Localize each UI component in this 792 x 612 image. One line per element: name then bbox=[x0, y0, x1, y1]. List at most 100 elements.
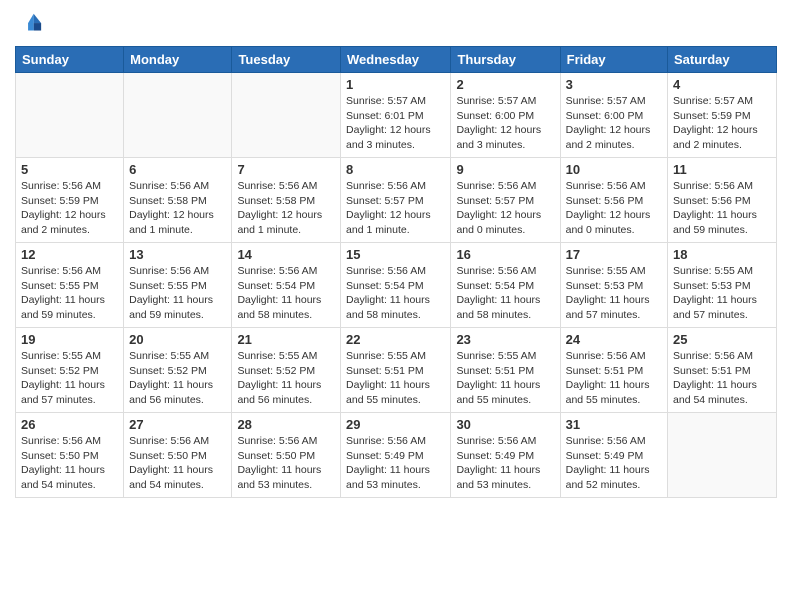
logo bbox=[15, 10, 47, 38]
week-row-1: 1 Sunrise: 5:57 AMSunset: 6:01 PMDaylight… bbox=[16, 73, 777, 158]
day-header-sunday: Sunday bbox=[16, 47, 124, 73]
calendar-cell: 11Sunrise: 5:56 AMSunset: 5:56 PMDayligh… bbox=[668, 158, 777, 243]
calendar-cell bbox=[16, 73, 124, 158]
week-row-3: 12 Sunrise: 5:56 AMSunset: 5:55 PMDayligh… bbox=[16, 243, 777, 328]
day-number: 6 bbox=[129, 162, 226, 177]
day-number: 25 bbox=[673, 332, 771, 347]
day-number: 28 bbox=[237, 417, 335, 432]
day-info: Sunrise: 5:57 AMSunset: 6:01 PMDaylight:… bbox=[346, 94, 445, 153]
day-number: 3 bbox=[566, 77, 662, 92]
day-info: Sunrise: 5:56 AMSunset: 5:50 PMDaylight:… bbox=[237, 434, 335, 493]
logo-icon bbox=[15, 10, 43, 38]
calendar-cell: 6 Sunrise: 5:56 AMSunset: 5:58 PMDaylight… bbox=[124, 158, 232, 243]
calendar-cell: 14 Sunrise: 5:56 AMSunset: 5:54 PMDayligh… bbox=[232, 243, 341, 328]
day-info: Sunrise: 5:56 AMSunset: 5:58 PMDaylight:… bbox=[129, 179, 226, 238]
calendar-cell: 4 Sunrise: 5:57 AMSunset: 5:59 PMDaylight… bbox=[668, 73, 777, 158]
calendar-cell: 7Sunrise: 5:56 AMSunset: 5:58 PMDaylight… bbox=[232, 158, 341, 243]
day-number: 29 bbox=[346, 417, 445, 432]
day-header-monday: Monday bbox=[124, 47, 232, 73]
day-info: Sunrise: 5:57 AMSunset: 6:00 PMDaylight:… bbox=[566, 94, 662, 153]
calendar-cell: 20Sunrise: 5:55 AMSunset: 5:52 PMDayligh… bbox=[124, 328, 232, 413]
day-info: Sunrise: 5:56 AMSunset: 5:58 PMDaylight:… bbox=[237, 179, 335, 238]
day-number: 19 bbox=[21, 332, 118, 347]
day-info: Sunrise: 5:57 AMSunset: 5:59 PMDaylight:… bbox=[673, 94, 771, 153]
day-number: 16 bbox=[456, 247, 554, 262]
day-header-thursday: Thursday bbox=[451, 47, 560, 73]
calendar-table: SundayMondayTuesdayWednesdayThursdayFrid… bbox=[15, 46, 777, 498]
calendar-cell: 5Sunrise: 5:56 AMSunset: 5:59 PMDaylight… bbox=[16, 158, 124, 243]
day-info: Sunrise: 5:56 AMSunset: 5:49 PMDaylight:… bbox=[456, 434, 554, 493]
week-row-4: 19 Sunrise: 5:55 AMSunset: 5:52 PMDayligh… bbox=[16, 328, 777, 413]
day-info: Sunrise: 5:56 AMSunset: 5:49 PMDaylight:… bbox=[346, 434, 445, 493]
calendar-cell: 19 Sunrise: 5:55 AMSunset: 5:52 PMDayligh… bbox=[16, 328, 124, 413]
day-number: 10 bbox=[566, 162, 662, 177]
day-number: 13 bbox=[129, 247, 226, 262]
day-header-saturday: Saturday bbox=[668, 47, 777, 73]
calendar-cell: 13 Sunrise: 5:56 AMSunset: 5:55 PMDayligh… bbox=[124, 243, 232, 328]
calendar-cell: 8 Sunrise: 5:56 AMSunset: 5:57 PMDaylight… bbox=[341, 158, 451, 243]
calendar-cell: 29 Sunrise: 5:56 AMSunset: 5:49 PMDayligh… bbox=[341, 413, 451, 498]
calendar-cell: 17Sunrise: 5:55 AMSunset: 5:53 PMDayligh… bbox=[560, 243, 667, 328]
calendar-cell: 2Sunrise: 5:57 AMSunset: 6:00 PMDaylight… bbox=[451, 73, 560, 158]
day-info: Sunrise: 5:55 AMSunset: 5:52 PMDaylight:… bbox=[21, 349, 118, 408]
calendar-cell: 24 Sunrise: 5:56 AMSunset: 5:51 PMDayligh… bbox=[560, 328, 667, 413]
calendar-cell: 9Sunrise: 5:56 AMSunset: 5:57 PMDaylight… bbox=[451, 158, 560, 243]
day-info: Sunrise: 5:55 AMSunset: 5:51 PMDaylight:… bbox=[346, 349, 445, 408]
calendar-cell: 3 Sunrise: 5:57 AMSunset: 6:00 PMDaylight… bbox=[560, 73, 667, 158]
day-info: Sunrise: 5:56 AMSunset: 5:55 PMDaylight:… bbox=[21, 264, 118, 323]
calendar-cell: 12 Sunrise: 5:56 AMSunset: 5:55 PMDayligh… bbox=[16, 243, 124, 328]
calendar-cell: 27Sunrise: 5:56 AMSunset: 5:50 PMDayligh… bbox=[124, 413, 232, 498]
day-info: Sunrise: 5:55 AMSunset: 5:51 PMDaylight:… bbox=[456, 349, 554, 408]
week-row-5: 26 Sunrise: 5:56 AMSunset: 5:50 PMDayligh… bbox=[16, 413, 777, 498]
day-number: 18 bbox=[673, 247, 771, 262]
day-number: 26 bbox=[21, 417, 118, 432]
day-number: 12 bbox=[21, 247, 118, 262]
day-number: 22 bbox=[346, 332, 445, 347]
day-number: 27 bbox=[129, 417, 226, 432]
calendar-cell: 28 Sunrise: 5:56 AMSunset: 5:50 PMDayligh… bbox=[232, 413, 341, 498]
day-info: Sunrise: 5:56 AMSunset: 5:49 PMDaylight:… bbox=[566, 434, 662, 493]
day-number: 20 bbox=[129, 332, 226, 347]
day-number: 17 bbox=[566, 247, 662, 262]
day-info: Sunrise: 5:56 AMSunset: 5:54 PMDaylight:… bbox=[346, 264, 445, 323]
day-number: 23 bbox=[456, 332, 554, 347]
page: SundayMondayTuesdayWednesdayThursdayFrid… bbox=[0, 0, 792, 508]
day-number: 24 bbox=[566, 332, 662, 347]
day-info: Sunrise: 5:56 AMSunset: 5:51 PMDaylight:… bbox=[566, 349, 662, 408]
day-number: 21 bbox=[237, 332, 335, 347]
day-header-tuesday: Tuesday bbox=[232, 47, 341, 73]
calendar-cell: 1 Sunrise: 5:57 AMSunset: 6:01 PMDaylight… bbox=[341, 73, 451, 158]
week-row-2: 5Sunrise: 5:56 AMSunset: 5:59 PMDaylight… bbox=[16, 158, 777, 243]
day-number: 15 bbox=[346, 247, 445, 262]
day-info: Sunrise: 5:55 AMSunset: 5:52 PMDaylight:… bbox=[237, 349, 335, 408]
day-number: 14 bbox=[237, 247, 335, 262]
calendar-cell: 26Sunrise: 5:56 AMSunset: 5:50 PMDayligh… bbox=[16, 413, 124, 498]
calendar-cell: 22 Sunrise: 5:55 AMSunset: 5:51 PMDayligh… bbox=[341, 328, 451, 413]
day-number: 8 bbox=[346, 162, 445, 177]
day-info: Sunrise: 5:55 AMSunset: 5:53 PMDaylight:… bbox=[673, 264, 771, 323]
day-info: Sunrise: 5:56 AMSunset: 5:56 PMDaylight:… bbox=[566, 179, 662, 238]
day-number: 4 bbox=[673, 77, 771, 92]
day-info: Sunrise: 5:56 AMSunset: 5:57 PMDaylight:… bbox=[456, 179, 554, 238]
calendar-cell: 16 Sunrise: 5:56 AMSunset: 5:54 PMDayligh… bbox=[451, 243, 560, 328]
calendar-cell: 15 Sunrise: 5:56 AMSunset: 5:54 PMDayligh… bbox=[341, 243, 451, 328]
calendar-cell: 30 Sunrise: 5:56 AMSunset: 5:49 PMDayligh… bbox=[451, 413, 560, 498]
calendar-cell: 25Sunrise: 5:56 AMSunset: 5:51 PMDayligh… bbox=[668, 328, 777, 413]
header bbox=[15, 10, 777, 38]
calendar-cell bbox=[124, 73, 232, 158]
calendar-cell: 31Sunrise: 5:56 AMSunset: 5:49 PMDayligh… bbox=[560, 413, 667, 498]
day-number: 1 bbox=[346, 77, 445, 92]
calendar-cell: 21 Sunrise: 5:55 AMSunset: 5:52 PMDayligh… bbox=[232, 328, 341, 413]
calendar-cell: 10 Sunrise: 5:56 AMSunset: 5:56 PMDayligh… bbox=[560, 158, 667, 243]
day-header-friday: Friday bbox=[560, 47, 667, 73]
day-info: Sunrise: 5:56 AMSunset: 5:55 PMDaylight:… bbox=[129, 264, 226, 323]
day-info: Sunrise: 5:56 AMSunset: 5:54 PMDaylight:… bbox=[237, 264, 335, 323]
calendar-cell bbox=[232, 73, 341, 158]
day-header-wednesday: Wednesday bbox=[341, 47, 451, 73]
day-number: 2 bbox=[456, 77, 554, 92]
day-info: Sunrise: 5:56 AMSunset: 5:54 PMDaylight:… bbox=[456, 264, 554, 323]
day-number: 11 bbox=[673, 162, 771, 177]
day-number: 30 bbox=[456, 417, 554, 432]
day-info: Sunrise: 5:56 AMSunset: 5:59 PMDaylight:… bbox=[21, 179, 118, 238]
day-info: Sunrise: 5:56 AMSunset: 5:57 PMDaylight:… bbox=[346, 179, 445, 238]
